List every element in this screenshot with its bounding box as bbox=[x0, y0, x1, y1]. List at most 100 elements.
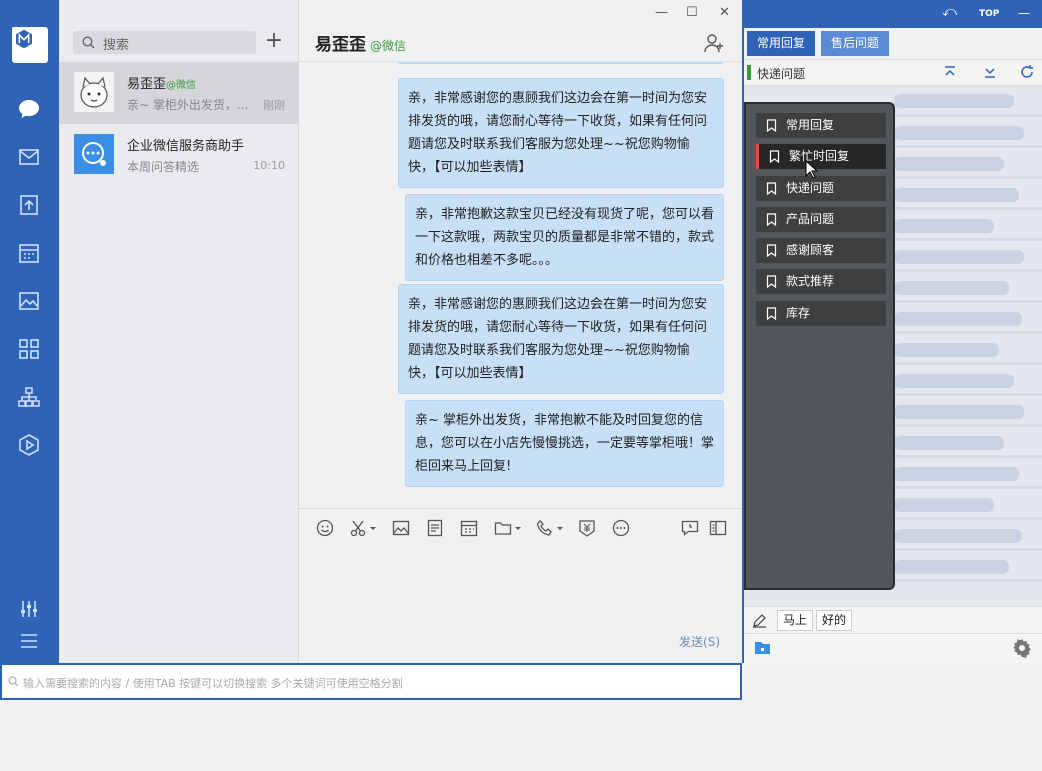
contact-source-tag: @微信 bbox=[166, 80, 197, 91]
menu-item-label: 快递问题 bbox=[786, 181, 835, 195]
more-icon[interactable] bbox=[612, 519, 630, 537]
emoji-icon[interactable] bbox=[316, 519, 334, 537]
menu-item-label: 款式推荐 bbox=[786, 274, 835, 288]
message-preview: 本周问答精选 bbox=[127, 160, 200, 174]
reply-search-input[interactable]: 输入需要搜索的内容 / 使用TAB 按键可以切换搜索 多个关键词可使用空格分割 bbox=[0, 663, 742, 700]
docs-icon[interactable] bbox=[17, 193, 41, 217]
add-member-icon[interactable] bbox=[704, 33, 724, 53]
menu-item-label: 产品问题 bbox=[786, 212, 835, 226]
quick-phrase-chip[interactable]: 好的 bbox=[816, 610, 853, 631]
chevron-down-icon[interactable] bbox=[556, 519, 564, 537]
menu-icon[interactable] bbox=[17, 629, 41, 653]
document-icon[interactable] bbox=[426, 519, 444, 537]
search-placeholder: 搜索 bbox=[103, 38, 130, 53]
input-toolbar bbox=[299, 508, 742, 546]
move-top-icon[interactable] bbox=[942, 64, 958, 80]
apps-icon[interactable] bbox=[17, 337, 41, 361]
folder-icon[interactable] bbox=[754, 640, 771, 655]
chat-source-tag: @微信 bbox=[370, 39, 407, 53]
mouse-cursor-icon bbox=[805, 160, 819, 179]
menu-item-recommend[interactable]: 款式推荐 bbox=[756, 269, 886, 294]
tab-after-sales[interactable]: 售后问题 bbox=[821, 31, 890, 56]
message-bubble: 亲，非常感谢您的惠顾我们这边会在第一时间为您安排发货的哦，请您耐心等待一下收货，… bbox=[398, 284, 724, 394]
screenshot-icon[interactable] bbox=[349, 519, 367, 537]
avatar bbox=[74, 134, 114, 174]
calendar-icon[interactable] bbox=[460, 519, 478, 537]
chat-title: 易歪歪 bbox=[315, 35, 366, 55]
menu-item-thanks[interactable]: 感谢顾客 bbox=[756, 238, 886, 263]
conversation-item[interactable]: 企业微信服务商助手 本周问答精选 10:10 bbox=[59, 124, 299, 186]
minimize-icon[interactable]: — bbox=[1018, 6, 1030, 20]
menu-item-common-replies[interactable]: 常用回复 bbox=[756, 113, 886, 138]
chat-header: — ☐ ✕ 易歪歪 @微信 bbox=[299, 0, 742, 62]
menu-item-label: 常用回复 bbox=[786, 118, 835, 132]
left-nav-rail bbox=[0, 0, 59, 663]
menu-item-product[interactable]: 产品问题 bbox=[756, 207, 886, 232]
menu-item-shipping[interactable]: 快递问题 bbox=[756, 176, 886, 201]
tab-common-replies[interactable]: 常用回复 bbox=[747, 31, 816, 56]
quick-reply-tabs: 常用回复 售后问题 bbox=[744, 28, 1042, 60]
add-icon[interactable]: + bbox=[264, 30, 284, 54]
menu-item-busy-reply[interactable]: 繁忙时回复 bbox=[756, 144, 886, 169]
close-icon[interactable]: ✕ bbox=[719, 5, 730, 20]
back-icon[interactable]: ⤺ bbox=[942, 4, 957, 20]
chevron-down-icon[interactable] bbox=[369, 519, 377, 537]
quick-reply-footer bbox=[744, 633, 1042, 663]
avatar bbox=[74, 72, 114, 112]
bookmark-icon bbox=[766, 119, 777, 132]
message-bubble: 亲，非常感谢您的惠顾我们这边会在第一时间为您安排发货的哦，请您耐心等待一下收货，… bbox=[398, 78, 724, 188]
chevron-down-icon[interactable] bbox=[514, 519, 522, 537]
mail-icon[interactable] bbox=[17, 145, 41, 169]
quick-reply-titlebar: ⤺ TOP — bbox=[744, 0, 1042, 28]
settings-sliders-icon[interactable] bbox=[17, 597, 41, 621]
image-icon[interactable] bbox=[392, 519, 410, 537]
conversation-list: 搜索 + 易歪歪@微信 亲~ 掌柜外出发货，... 刚刚 企业微信服务商助手 本… bbox=[59, 0, 299, 663]
search-icon bbox=[8, 676, 19, 687]
menu-item-label: 繁忙时回复 bbox=[789, 149, 850, 163]
chat-icon[interactable] bbox=[17, 97, 41, 121]
category-header: 快递问题 bbox=[744, 60, 1042, 86]
message-time: 刚刚 bbox=[263, 99, 285, 112]
contact-name: 易歪歪 bbox=[127, 77, 167, 92]
message-preview: 亲~ 掌柜外出发货，... bbox=[127, 98, 249, 112]
phone-icon[interactable] bbox=[536, 519, 554, 537]
refresh-icon[interactable] bbox=[1019, 64, 1035, 80]
message-bubble: 亲~ 掌柜外出发货，非常抱歉不能及时回复您的信息，您可以在小店先慢慢挑选，一定要… bbox=[405, 400, 724, 487]
chat-panel: — ☐ ✕ 易歪歪 @微信 亲，非常感谢您的惠顾我们这边会在第一时间为您安排发货的… bbox=[299, 0, 742, 663]
conversation-item[interactable]: 易歪歪@微信 亲~ 掌柜外出发货，... 刚刚 bbox=[59, 62, 299, 124]
sidebar-toggle-icon[interactable] bbox=[709, 519, 727, 537]
quick-phrase-chip[interactable]: 马上 bbox=[777, 610, 814, 631]
menu-item-stock[interactable]: 库存 bbox=[756, 301, 886, 326]
search-icon bbox=[82, 36, 95, 49]
bookmark-icon bbox=[766, 275, 777, 288]
maximize-icon[interactable]: ☐ bbox=[686, 5, 698, 20]
gear-icon[interactable] bbox=[1012, 638, 1032, 658]
message-bubble: 亲，非常抱歉这款宝贝已经没有现货了呢，您可以看一下这款哦，两款宝贝的质量都是非常… bbox=[405, 194, 724, 281]
minimize-icon[interactable]: — bbox=[655, 5, 668, 20]
menu-item-label: 库存 bbox=[786, 306, 811, 320]
bookmark-icon bbox=[766, 244, 777, 257]
message-time: 10:10 bbox=[253, 159, 285, 172]
quick-reply-panel: ⤺ TOP — 常用回复 售后问题 快递问题 常用回复 繁忙时回复 快递问题 产… bbox=[742, 0, 1042, 663]
reply-search-placeholder: 输入需要搜索的内容 / 使用TAB 按键可以切换搜索 多个关键词可使用空格分割 bbox=[23, 677, 403, 690]
photo-icon[interactable] bbox=[17, 289, 41, 313]
menu-item-label: 感谢顾客 bbox=[786, 243, 835, 257]
send-button[interactable]: 发送(S) bbox=[679, 633, 720, 650]
logo-icon[interactable] bbox=[12, 27, 48, 63]
pin-top-button[interactable]: TOP bbox=[979, 9, 999, 19]
quick-phrase-bar: 马上 好的 bbox=[744, 606, 1042, 633]
contact-search-input[interactable]: 搜索 bbox=[73, 31, 256, 54]
org-icon[interactable] bbox=[17, 385, 41, 409]
category-popup-menu: 常用回复 繁忙时回复 快递问题 产品问题 感谢顾客 款式推荐 库存 bbox=[744, 102, 895, 590]
bookmark-icon bbox=[766, 307, 777, 320]
edit-icon[interactable] bbox=[752, 613, 767, 628]
payment-icon[interactable] bbox=[578, 519, 596, 537]
calendar-icon[interactable] bbox=[17, 241, 41, 265]
history-icon[interactable] bbox=[681, 519, 699, 537]
bookmark-icon bbox=[769, 150, 780, 163]
video-icon[interactable] bbox=[17, 433, 41, 457]
folder-icon[interactable] bbox=[494, 519, 512, 537]
contact-name: 企业微信服务商助手 bbox=[127, 139, 245, 154]
move-bottom-icon[interactable] bbox=[982, 64, 998, 80]
bookmark-icon bbox=[766, 213, 777, 226]
